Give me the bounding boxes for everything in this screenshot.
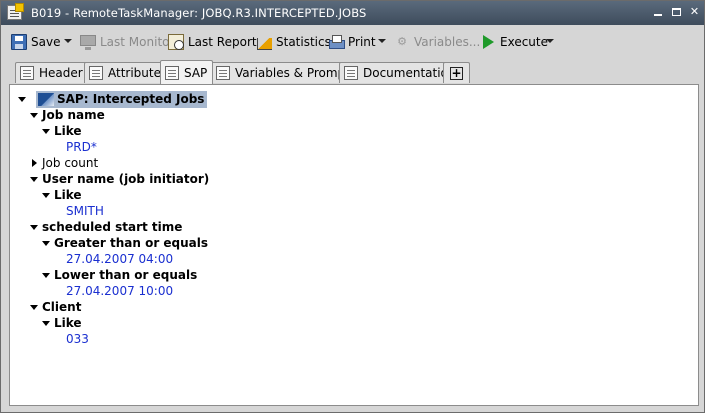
last-report-label: Last Report — [188, 35, 257, 49]
variables-icon: ⚙ — [397, 35, 407, 48]
tree-toggle-lte[interactable] — [42, 273, 50, 278]
print-button[interactable]: Print — [328, 31, 376, 53]
floppy-disk-icon — [11, 34, 27, 50]
sap-tab-icon — [165, 65, 179, 80]
variables-tab-icon — [216, 66, 230, 80]
tab-add[interactable]: + — [443, 62, 470, 83]
variables-button[interactable]: ⚙ Variables... — [394, 31, 480, 53]
last-monitor-button[interactable]: Last Monitor — [80, 31, 174, 53]
tree-toggle-job-name[interactable] — [30, 113, 38, 118]
print-dropdown-caret[interactable] — [378, 39, 386, 43]
tab-documentation-label: Documentation — [363, 66, 456, 80]
tree-toggle-gte[interactable] — [42, 241, 50, 246]
tree-node-gte[interactable]: Greater than or equals — [54, 235, 208, 251]
statistics-label: Statistics — [276, 35, 331, 49]
add-tab-icon: + — [450, 65, 463, 80]
tree-node-job-name-like[interactable]: Like — [54, 123, 82, 139]
tree-value-lte[interactable]: 27.04.2007 10:00 — [66, 283, 173, 299]
execute-dropdown-caret[interactable] — [546, 39, 554, 43]
tree-value-job-name[interactable]: PRD* — [66, 139, 97, 155]
tree-toggle-client[interactable] — [30, 305, 38, 310]
play-icon — [480, 34, 496, 50]
tree-toggle-job-name-like[interactable] — [42, 129, 50, 134]
tree-toggle-job-count[interactable] — [32, 159, 37, 167]
tree-toggle-start-time[interactable] — [30, 225, 38, 230]
sap-tree-panel: SAP: Intercepted Jobs Job name Like PRD*… — [9, 84, 699, 406]
header-tab-icon — [20, 66, 34, 80]
tree-node-client-like[interactable]: Like — [54, 315, 82, 331]
attributes-tab-icon — [89, 66, 103, 80]
sap-tree: SAP: Intercepted Jobs Job name Like PRD*… — [10, 85, 698, 405]
tree-root-label: SAP: Intercepted Jobs — [57, 92, 205, 106]
tree-node-lte[interactable]: Lower than or equals — [54, 267, 197, 283]
tree-node-job-count[interactable]: Job count — [42, 155, 98, 171]
print-label: Print — [348, 35, 376, 49]
save-button[interactable]: Save — [11, 31, 60, 53]
document-icon — [7, 3, 24, 20]
statistics-button[interactable]: Statistics — [256, 31, 331, 53]
tab-sap-label: SAP — [184, 65, 208, 80]
tab-header-label: Header — [39, 66, 83, 80]
maximize-button[interactable] — [669, 5, 684, 20]
tree-node-user-name-like[interactable]: Like — [54, 187, 82, 203]
tree-node-job-name[interactable]: Job name — [42, 107, 105, 123]
variables-label: Variables... — [414, 35, 481, 49]
save-label: Save — [31, 35, 61, 49]
tree-toggle-user-name[interactable] — [30, 177, 38, 182]
printer-icon — [328, 34, 345, 50]
statistics-icon — [256, 34, 272, 50]
close-button[interactable]: ✕ — [687, 5, 702, 20]
documentation-tab-icon — [344, 66, 358, 80]
tree-toggle-client-like[interactable] — [42, 321, 50, 326]
app-window: B019 - RemoteTaskManager: JOBQ.R3.INTERC… — [0, 0, 705, 413]
tree-value-client[interactable]: 033 — [66, 331, 89, 347]
execute-button[interactable]: Execute — [480, 31, 548, 53]
sap-icon — [38, 93, 54, 106]
tree-node-client[interactable]: Client — [42, 299, 81, 315]
tree-value-gte[interactable]: 27.04.2007 04:00 — [66, 251, 173, 267]
tree-toggle-user-name-like[interactable] — [42, 193, 50, 198]
minimize-button[interactable] — [651, 5, 666, 20]
tree-value-user-name[interactable]: SMITH — [66, 203, 104, 219]
tab-header[interactable]: Header — [15, 62, 89, 83]
window-title: B019 - RemoteTaskManager: JOBQ.R3.INTERC… — [31, 6, 367, 20]
last-monitor-label: Last Monitor — [100, 35, 175, 49]
tree-node-start-time[interactable]: scheduled start time — [42, 219, 182, 235]
last-report-button[interactable]: Last Report — [168, 31, 257, 53]
tree-node-user-name[interactable]: User name (job initiator) — [42, 171, 209, 187]
toolbar: Save Last Monitor Last Report Statistics… — [2, 28, 703, 56]
tree-toggle-root[interactable] — [18, 97, 26, 102]
report-icon — [168, 34, 184, 50]
tab-bar: Header Attributes SAP Variables & Prompt… — [9, 60, 699, 84]
tree-root-node[interactable]: SAP: Intercepted Jobs — [36, 91, 208, 108]
monitor-icon — [80, 35, 96, 50]
tab-variables-prompts-label: Variables & Prompts — [235, 66, 357, 80]
execute-label: Execute — [500, 35, 548, 49]
tab-attributes-label: Attributes — [108, 66, 168, 80]
save-dropdown-caret[interactable] — [64, 39, 72, 43]
title-bar: B019 - RemoteTaskManager: JOBQ.R3.INTERC… — [1, 1, 704, 25]
tab-sap[interactable]: SAP — [160, 60, 214, 84]
